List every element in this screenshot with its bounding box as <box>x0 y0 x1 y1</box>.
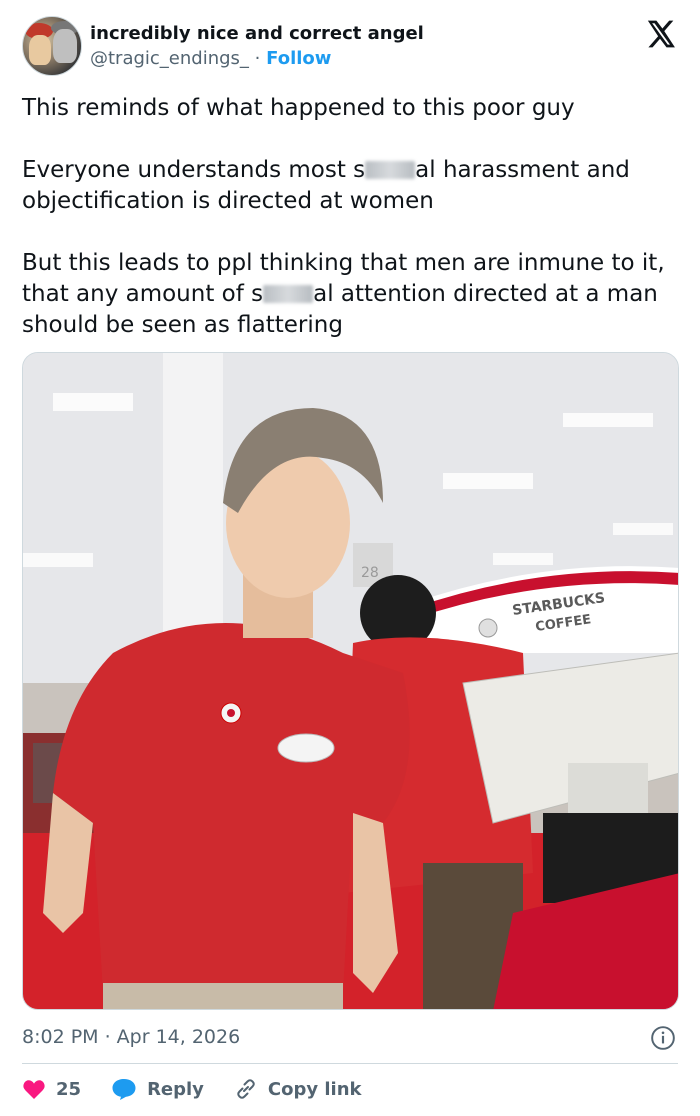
x-logo-icon[interactable] <box>644 18 676 50</box>
tweet-photo[interactable]: STARBUCKS COFFEE 28 <box>22 352 679 1010</box>
censored-blur <box>263 285 314 303</box>
heart-icon <box>23 1080 45 1099</box>
aisle-number: 28 <box>361 565 379 581</box>
like-count: 25 <box>56 1078 82 1100</box>
separator-dot: · <box>254 48 261 69</box>
display-name[interactable]: incredibly nice and correct angel <box>90 22 424 46</box>
copy-link-label: Copy link <box>267 1078 362 1100</box>
copy-link-button[interactable]: Copy link <box>234 1077 362 1101</box>
info-icon[interactable] <box>650 1025 676 1051</box>
tweet-header: incredibly nice and correct angel @tragi… <box>22 16 678 78</box>
reply-label: Reply <box>147 1078 204 1100</box>
reply-button[interactable]: Reply <box>111 1077 204 1101</box>
tweet-paragraph: This reminds of what happened to this po… <box>22 93 678 124</box>
censored-blur <box>365 161 416 179</box>
photo-illustration: STARBUCKS COFFEE 28 <box>23 353 678 1009</box>
follow-button[interactable]: Follow <box>266 48 331 69</box>
avatar[interactable] <box>22 16 82 76</box>
user-handle[interactable]: @tragic_endings_ <box>90 48 249 69</box>
tweet-text: This reminds of what happened to this po… <box>22 93 678 341</box>
user-names: incredibly nice and correct angel @tragi… <box>90 22 424 72</box>
action-bar: 25 Reply Copy link <box>22 1074 392 1104</box>
tweet-paragraph: Everyone understands most s al harassment… <box>22 155 678 217</box>
divider <box>22 1063 678 1064</box>
tweet-text-segment: Everyone understands most s <box>22 157 366 183</box>
link-icon <box>237 1079 255 1099</box>
tweet-paragraph: But this leads to ppl thinking that men … <box>22 248 678 341</box>
tweet-timestamp[interactable]: 8:02 PM · Apr 14, 2026 <box>22 1023 240 1051</box>
tweet-text-segment: This reminds of what happened to this po… <box>22 95 575 121</box>
like-button[interactable]: 25 <box>22 1078 81 1100</box>
handle-line: @tragic_endings_ · Follow <box>90 46 424 72</box>
reply-bubble-icon <box>112 1079 136 1100</box>
